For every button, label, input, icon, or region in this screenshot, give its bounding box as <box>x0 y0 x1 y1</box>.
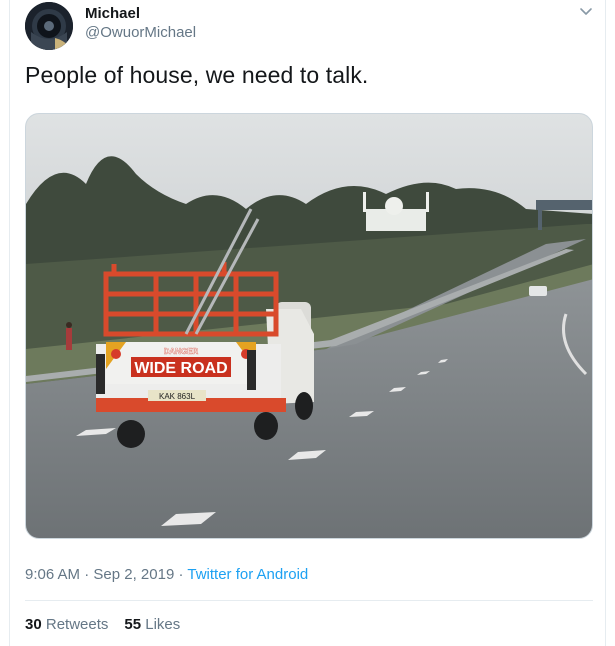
sign-danger-text: DANGER <box>164 347 199 356</box>
chevron-down-icon[interactable] <box>578 4 594 20</box>
tweet-time[interactable]: 9:06 AM <box>25 566 80 583</box>
tweet-source-link[interactable]: Twitter for Android <box>187 566 308 583</box>
retweets-count: 30 <box>25 616 42 633</box>
tweet-text: People of house, we need to talk. <box>25 62 369 88</box>
tweet-stats: 30 Retweets 55 Likes <box>25 616 180 633</box>
likes-stat[interactable]: 55 Likes <box>124 616 180 633</box>
divider <box>25 600 593 601</box>
meta-separator: · <box>174 566 188 583</box>
meta-separator: · <box>80 566 94 583</box>
author-name[interactable]: Michael <box>85 5 140 22</box>
retweets-stat[interactable]: 30 Retweets <box>25 616 108 633</box>
sign-wide-road-text: WIDE ROAD <box>134 360 227 377</box>
tweet-date[interactable]: Sep 2, 2019 <box>93 566 174 583</box>
likes-label: Likes <box>145 616 181 633</box>
author-handle[interactable]: @OwuorMichael <box>85 24 196 41</box>
avatar[interactable] <box>25 2 73 50</box>
likes-count: 55 <box>124 616 142 633</box>
tweet-photo[interactable]: DANGER WIDE ROAD KAK 863L <box>25 113 593 539</box>
tweet-meta: 9:06 AM · Sep 2, 2019 · Twitter for Andr… <box>25 566 308 583</box>
retweets-label: Retweets <box>45 616 109 633</box>
license-plate-text: KAK 863L <box>159 392 196 401</box>
road-scene-image: DANGER WIDE ROAD KAK 863L <box>26 114 592 538</box>
